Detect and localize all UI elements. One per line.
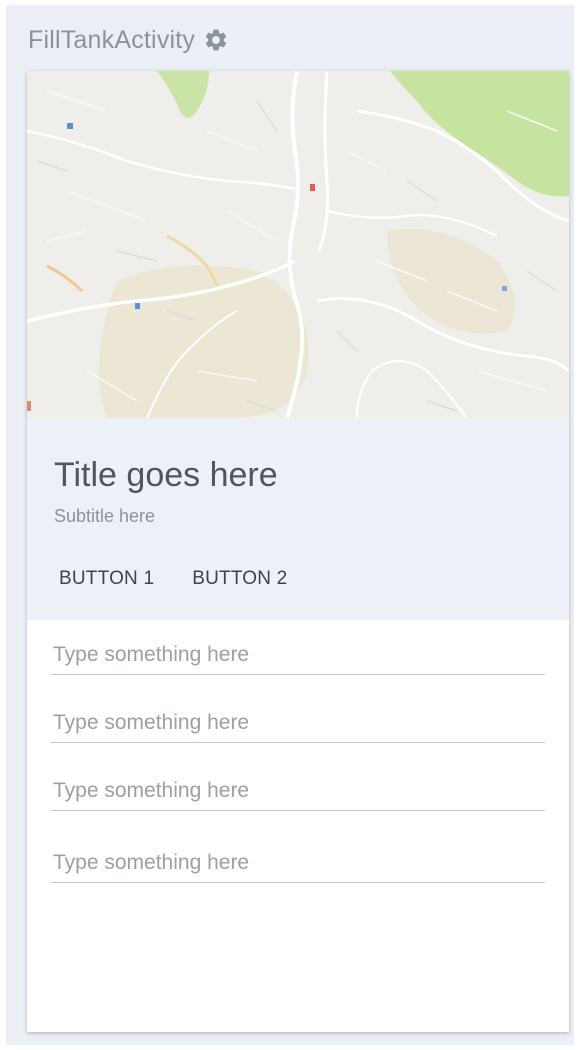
text-field-1 (51, 635, 545, 675)
button-1[interactable]: BUTTON 1 (47, 558, 166, 600)
app-title: FillTankActivity (28, 25, 196, 54)
card-title: Title goes here (54, 456, 278, 494)
map-image[interactable] (27, 71, 569, 418)
button-2[interactable]: BUTTON 2 (180, 558, 299, 600)
card-header: Title goes here Subtitle here BUTTON 1 B… (27, 418, 569, 620)
card: Title goes here Subtitle here BUTTON 1 B… (27, 71, 569, 1032)
card-actions: BUTTON 1 BUTTON 2 (47, 558, 299, 600)
app-window: FillTankActivity Title goes here Subtitl… (6, 5, 574, 1045)
text-field-4 (51, 843, 545, 883)
title-bar: FillTankActivity (28, 23, 229, 57)
text-input-1[interactable] (51, 635, 545, 675)
gear-icon[interactable] (203, 27, 229, 53)
text-field-3 (51, 771, 545, 811)
text-field-2 (51, 703, 545, 743)
text-input-3[interactable] (51, 771, 545, 811)
text-input-2[interactable] (51, 703, 545, 743)
text-input-4[interactable] (51, 843, 545, 883)
card-subtitle: Subtitle here (54, 506, 156, 526)
